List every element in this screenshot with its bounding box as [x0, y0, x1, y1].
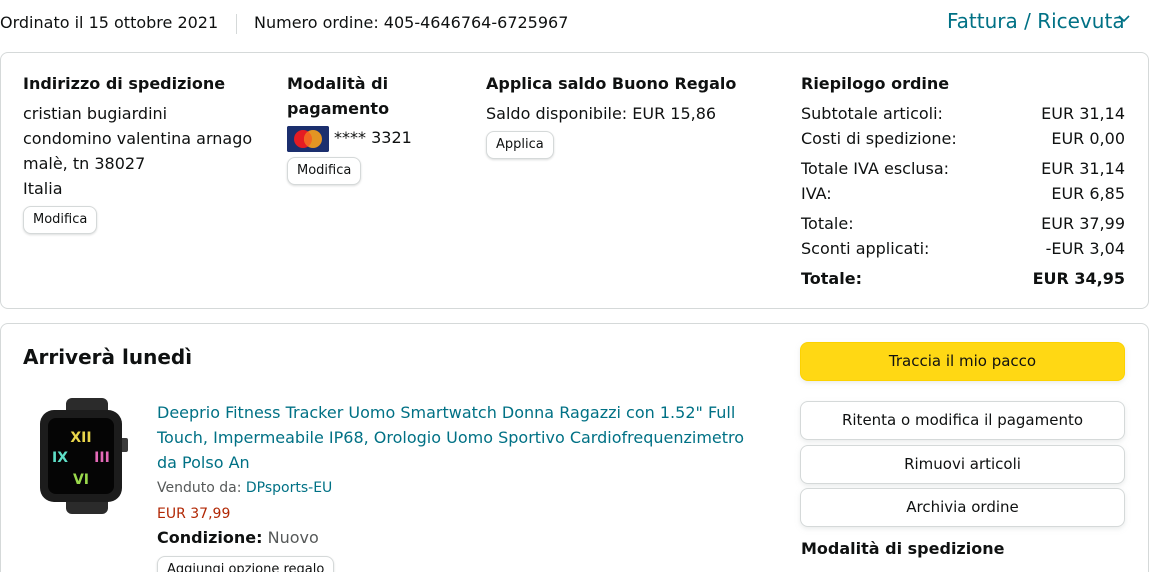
address-line: Italia — [23, 179, 63, 198]
summary-label: Costi di spedizione: — [801, 129, 957, 148]
summary-value: EUR 34,95 — [1032, 269, 1125, 288]
summary-label: IVA: — [801, 184, 832, 203]
remove-items-button[interactable]: Rimuovi articoli — [800, 445, 1125, 484]
summary-value: EUR 31,14 — [1041, 159, 1125, 178]
edit-payment-button[interactable]: Modifica — [287, 157, 362, 185]
summary-value: EUR 31,14 — [1041, 104, 1125, 123]
summary-label: Subtotale articoli: — [801, 104, 943, 123]
summary-label: Totale: — [801, 214, 854, 233]
sold-by-label: Venduto da: — [157, 480, 246, 496]
order-date: Ordinato il 15 ottobre 2021 — [0, 13, 219, 32]
add-gift-option-button[interactable]: Aggiungi opzione regalo — [157, 556, 335, 572]
shipping-address-title: Indirizzo di spedizione — [23, 74, 226, 93]
summary-label: Totale IVA esclusa: — [801, 159, 950, 178]
payment-title-line2: pagamento — [287, 99, 390, 118]
address-line: cristian bugiardini — [23, 104, 168, 123]
summary-value: EUR 0,00 — [1051, 129, 1125, 148]
gift-card-balance: Saldo disponibile: EUR 15,86 — [486, 104, 717, 123]
divider — [236, 14, 237, 34]
edit-address-button[interactable]: Modifica — [23, 206, 98, 234]
payment-title-line1: Modalità di — [287, 74, 389, 93]
svg-text:IX: IX — [52, 450, 68, 466]
seller-link[interactable]: DPsports-EU — [246, 480, 332, 496]
card-digits: **** 3321 — [334, 128, 412, 147]
mastercard-icon — [287, 126, 329, 152]
product-title-link[interactable]: Deeprio Fitness Tracker Uomo Smartwatch … — [157, 400, 757, 475]
retry-payment-button[interactable]: Ritenta o modifica il pagamento — [800, 401, 1125, 440]
chevron-down-icon[interactable] — [1117, 12, 1131, 26]
summary-value: EUR 37,99 — [1041, 214, 1125, 233]
svg-text:XII: XII — [70, 430, 91, 446]
summary-label: Sconti applicati: — [801, 239, 930, 258]
product-condition: Condizione: Nuovo — [157, 528, 319, 547]
summary-value: EUR 6,85 — [1051, 184, 1125, 203]
order-number: Numero ordine: 405-4646764-6725967 — [254, 13, 569, 32]
archive-order-button[interactable]: Archivia ordine — [800, 488, 1125, 527]
gift-card-title: Applica saldo Buono Regalo — [486, 74, 737, 93]
svg-text:VI: VI — [73, 472, 89, 488]
summary-value: -EUR 3,04 — [1045, 239, 1125, 258]
svg-text:III: III — [94, 450, 110, 466]
order-header: Ordinato il 15 ottobre 2021 Numero ordin… — [0, 0, 1158, 46]
track-package-button[interactable]: Traccia il mio pacco — [800, 342, 1125, 381]
condition-value: Nuovo — [267, 528, 319, 547]
product-image[interactable]: XII IX III VI — [36, 398, 132, 514]
shipping-method-title: Modalità di spedizione — [801, 539, 1005, 558]
condition-label: Condizione: — [157, 528, 263, 547]
summary-title: Riepilogo ordine — [801, 74, 950, 93]
product-price: EUR 37,99 — [157, 506, 231, 522]
summary-label: Totale: — [801, 269, 862, 288]
invoice-link[interactable]: Fattura / Ricevuta — [947, 9, 1125, 33]
apply-gift-card-button[interactable]: Applica — [486, 131, 554, 159]
address-line: condomino valentina arnago — [23, 129, 253, 148]
delivery-heading: Arriverà lunedì — [23, 345, 193, 369]
sold-by: Venduto da: DPsports-EU — [157, 480, 332, 496]
address-line: malè, tn 38027 — [23, 154, 146, 173]
